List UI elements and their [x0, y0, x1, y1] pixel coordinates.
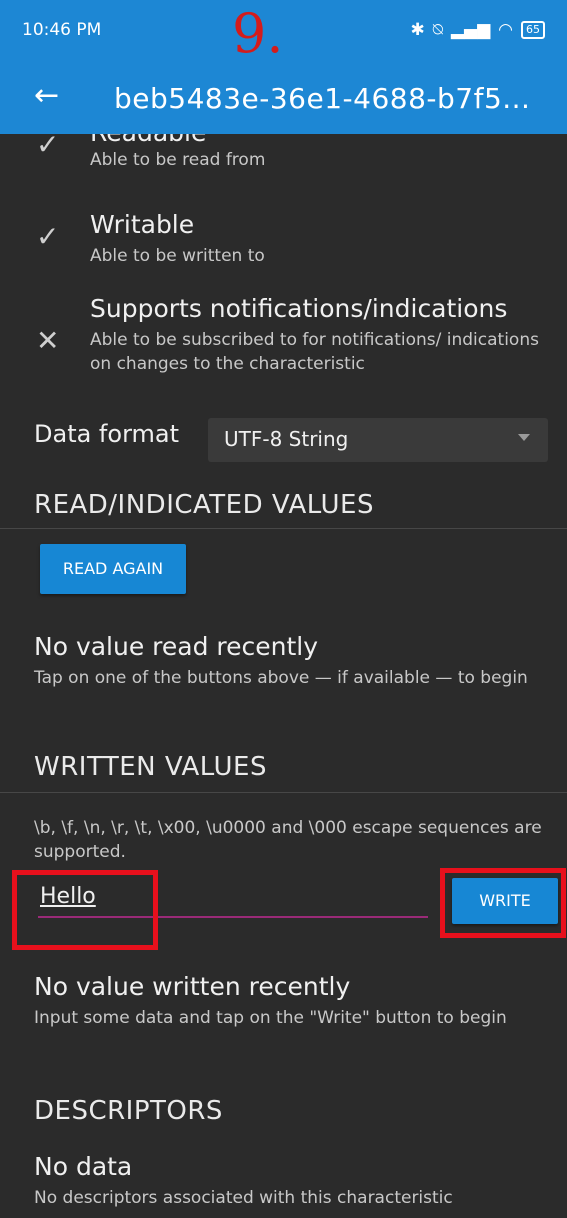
- highlight-box-input: [12, 870, 158, 950]
- descriptors-empty-desc: No descriptors associated with this char…: [34, 1188, 453, 1208]
- property-title: Readable: [90, 134, 206, 147]
- property-notifications: ✕ Supports notifications/indications Abl…: [0, 294, 567, 394]
- status-icons: ✱ ⍉ ▂▄▆ ◠ 65: [410, 20, 545, 40]
- bluetooth-icon: ✱: [410, 20, 425, 40]
- written-empty-title: No value written recently: [34, 972, 351, 1001]
- divider: [0, 528, 567, 529]
- property-title: Supports notifications/indications: [90, 294, 508, 323]
- highlight-box-write: [440, 868, 566, 938]
- close-icon: ✕: [36, 324, 60, 357]
- back-arrow-icon[interactable]: ←: [34, 78, 59, 114]
- page-title: beb5483e-36e1-4688-b7f5...: [114, 82, 531, 115]
- signal-icon: ▂▄▆: [450, 20, 491, 40]
- property-desc: Able to be read from: [90, 150, 266, 170]
- property-title: Writable: [90, 210, 195, 239]
- property-writable: ✓ Writable Able to be written to: [0, 210, 567, 280]
- wifi-icon: ◠: [498, 20, 513, 40]
- battery-icon: 65: [521, 21, 545, 39]
- data-format-select[interactable]: UTF-8 String: [208, 418, 548, 462]
- status-bar: 10:46 PM 9. ✱ ⍉ ▂▄▆ ◠ 65: [0, 0, 567, 65]
- written-values-heading: WRITTEN VALUES: [34, 752, 267, 782]
- property-desc: Able to be subscribed to for notificatio…: [90, 330, 539, 374]
- app-bar: ← beb5483e-36e1-4688-b7f5...: [0, 62, 567, 134]
- status-time: 10:46 PM: [22, 20, 102, 40]
- read-again-button[interactable]: READ AGAIN: [40, 544, 186, 594]
- property-desc: Able to be written to: [90, 246, 265, 266]
- alarm-off-icon: ⍉: [432, 20, 443, 40]
- chevron-down-icon: [518, 434, 530, 441]
- check-icon: ✓: [36, 134, 60, 161]
- divider: [0, 792, 567, 793]
- descriptors-empty-title: No data: [34, 1152, 133, 1181]
- step-marker: 9.: [232, 2, 284, 65]
- descriptors-heading: DESCRIPTORS: [34, 1096, 223, 1126]
- escape-hint: \b, \f, \n, \r, \t, \x00, \u0000 and \00…: [34, 818, 542, 862]
- written-empty-desc: Input some data and tap on the "Write" b…: [34, 1008, 507, 1028]
- read-empty-title: No value read recently: [34, 632, 319, 661]
- data-format-value: UTF-8 String: [224, 427, 349, 451]
- check-icon: ✓: [36, 220, 60, 253]
- read-empty-desc: Tap on one of the buttons above — if ava…: [34, 668, 528, 688]
- read-values-heading: READ/INDICATED VALUES: [34, 490, 374, 520]
- characteristic-details[interactable]: ✓ Readable Able to be read from ✓ Writab…: [0, 134, 567, 1218]
- data-format-label: Data format: [34, 420, 180, 448]
- property-readable: ✓ Readable Able to be read from: [0, 134, 567, 182]
